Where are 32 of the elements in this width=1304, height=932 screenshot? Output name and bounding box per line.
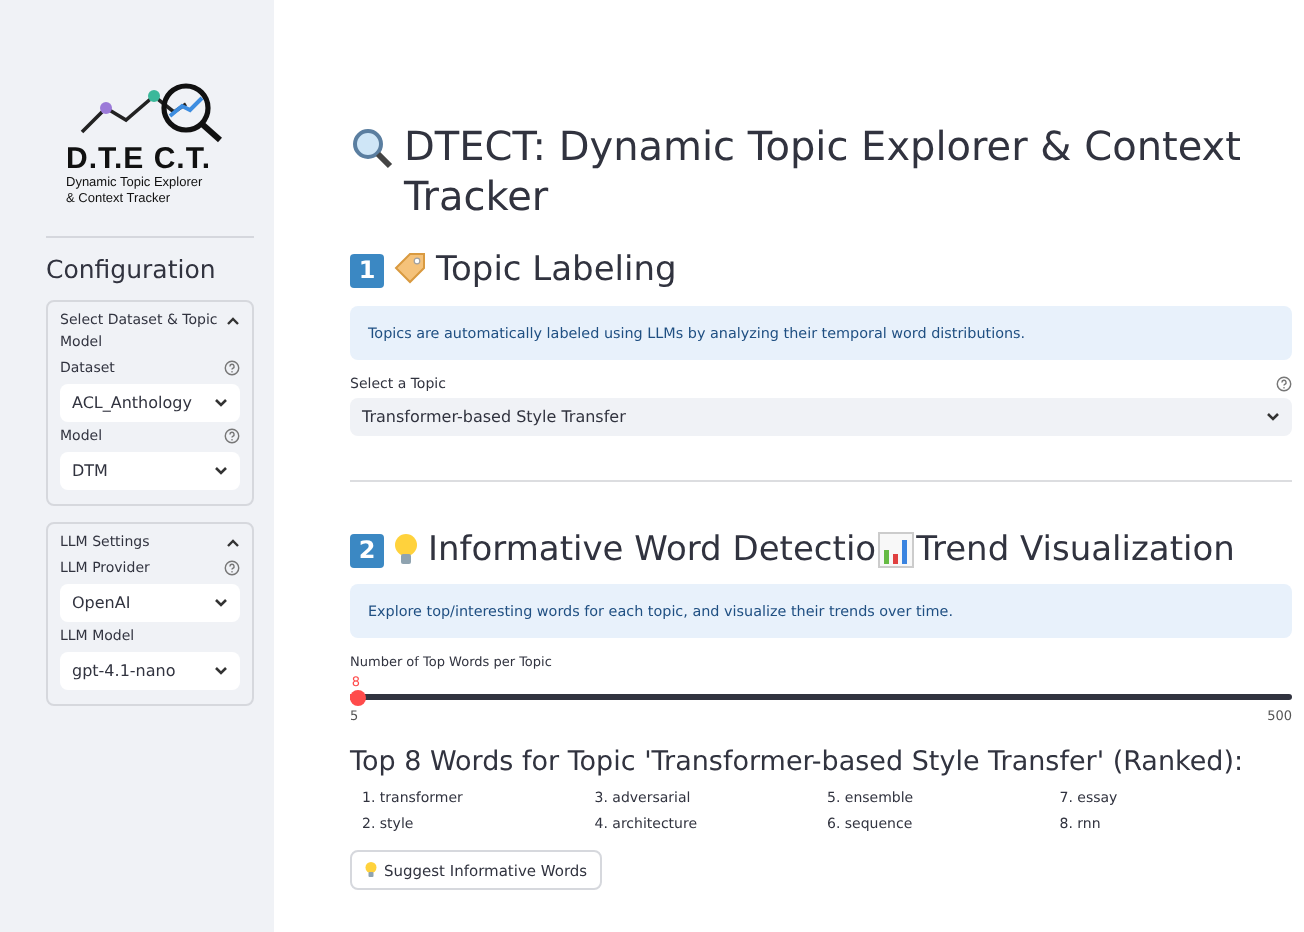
slider-thumb[interactable] <box>349 689 366 705</box>
light-bulb-icon <box>392 532 420 568</box>
tag-icon <box>392 252 428 288</box>
chevron-down-icon <box>214 398 228 408</box>
section-heading: Trend Visualization <box>916 530 1235 570</box>
slider-track[interactable] <box>350 694 1292 700</box>
words-heading: Top 8 Words for Topic 'Transformer-based Style Transfer' (Ranked): <box>350 746 1246 778</box>
keycap-badge: 1 <box>350 253 384 287</box>
page-title: DTECT: Dynamic Topic Explorer & Context Tracker <box>404 122 1243 222</box>
topic-select[interactable]: Transformer-based Style Transfer <box>350 398 1292 436</box>
help-icon[interactable] <box>224 560 240 576</box>
magnifier-icon <box>350 126 394 170</box>
chevron-down-icon <box>214 598 228 608</box>
sidebar-heading: Configuration <box>46 254 218 284</box>
dropdown-select[interactable]: DTM <box>60 452 240 490</box>
section-heading: Topic Labeling <box>436 250 677 290</box>
chevron-up-icon[interactable] <box>226 538 240 548</box>
chevron-up-icon[interactable] <box>226 316 240 326</box>
logo-wordmark: D.T.E C.T. <box>66 144 214 176</box>
dropdown-select[interactable]: gpt-4.1-nano <box>60 652 240 690</box>
chevron-down-icon <box>1266 412 1280 422</box>
bar-chart-icon <box>878 532 915 568</box>
light-bulb-icon <box>364 860 378 880</box>
chevron-down-icon <box>214 666 228 676</box>
dropdown-select[interactable]: ACL_Anthology <box>60 384 240 422</box>
help-icon[interactable] <box>1276 376 1292 392</box>
chevron-down-icon <box>214 466 228 476</box>
keycap-badge: 2 <box>350 533 384 567</box>
section-heading: Informative Word Detectio <box>428 530 877 570</box>
dropdown-select[interactable]: OpenAI <box>60 584 240 622</box>
help-icon[interactable] <box>224 360 240 376</box>
help-icon[interactable] <box>224 428 240 444</box>
